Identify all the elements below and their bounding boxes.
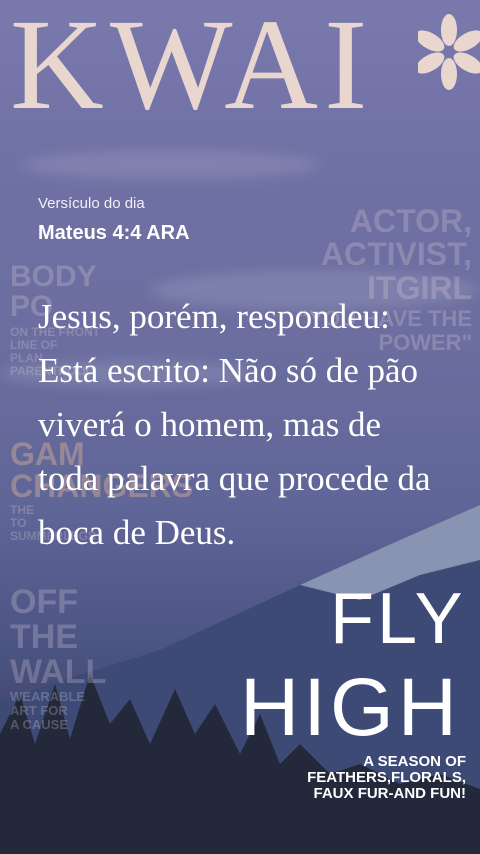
magazine-logo: KWAI [10, 0, 374, 137]
cover-line: ART FOR [10, 703, 68, 718]
tagline-line: FEATHERS,FLORALS, [307, 769, 466, 786]
cover-line: BODY [10, 260, 97, 293]
cover-line: THE [10, 618, 78, 656]
cover-line: ACTIVIST, [320, 236, 472, 272]
cover-line: OFF [10, 583, 78, 621]
cover-line: WEARABLE [10, 689, 86, 704]
cover-line: THE [10, 503, 34, 517]
verse-reference[interactable]: Mateus 4:4 ARA [38, 222, 190, 245]
cover-line: WALL [10, 653, 107, 691]
cover-line: TO [10, 516, 27, 530]
tagline-line: A SEASON OF [363, 753, 466, 770]
verse-text: Jesus, porém, respondeu: Está escrito: N… [38, 297, 431, 552]
cover-line: A CAUSE [10, 717, 69, 732]
verse-of-day-label: Versículo do dia [38, 195, 145, 212]
headline-fly: FLY [330, 579, 466, 659]
headline-high: HIGH [240, 662, 461, 753]
season-tagline: A SEASON OF FEATHERS,FLORALS, FAUX FUR-A… [307, 754, 466, 802]
cover-line: ACTOR, [349, 203, 472, 239]
tagline-line: FAUX FUR-AND FUN! [313, 785, 466, 802]
snowflake-asterisk-icon [418, 14, 480, 90]
